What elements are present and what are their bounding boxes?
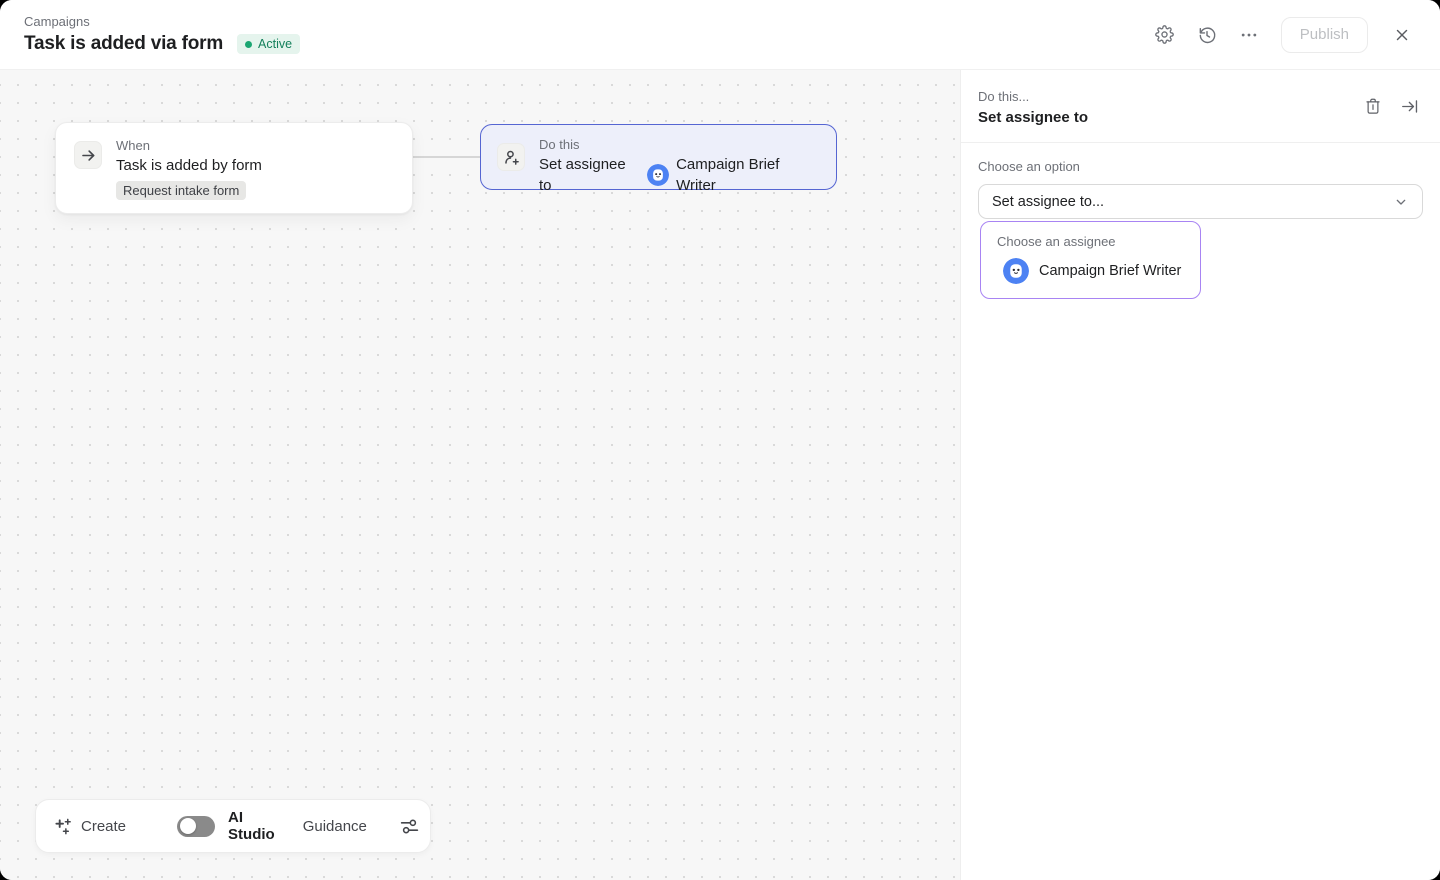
panel-header-icons [1359,92,1423,120]
assignee-label: Choose an assignee [997,234,1184,249]
status-badge-label: Active [258,38,292,51]
option-section: Choose an option Set assignee to... Choo… [961,143,1440,315]
trash-icon [1364,97,1382,115]
ai-studio-toggle[interactable] [177,816,215,837]
settings-button[interactable] [1149,19,1181,51]
publish-button[interactable]: Publish [1281,17,1368,53]
header-title-block: Campaigns Task is added via form Active [24,14,300,55]
title-row: Task is added via form Active [24,33,300,55]
option-label: Choose an option [978,159,1423,174]
arrow-right-icon [80,147,97,164]
canvas-toolbar: Create AI Studio Guidance [35,799,431,853]
create-button[interactable]: Create [54,817,126,836]
close-button[interactable] [1386,19,1418,51]
header-actions: Publish [1149,17,1418,53]
trigger-icon-box [74,141,102,169]
action-assignee-name: Campaign Brief Writer [676,154,820,196]
collapse-panel-icon [1400,97,1419,116]
action-kicker: Do this [539,136,820,153]
create-label: Create [81,818,126,835]
assignee-picker[interactable]: Choose an assignee Campaign Brief Writer [980,221,1201,299]
robot-avatar [647,164,669,186]
sparkles-icon [54,817,73,836]
guidance-button[interactable]: Guidance [303,818,367,835]
delete-action-button[interactable] [1359,92,1387,120]
header: Campaigns Task is added via form Active [0,0,1440,70]
action-icon-box [497,143,525,171]
more-options-button[interactable] [1233,19,1265,51]
sliders-button[interactable] [399,816,420,837]
panel-title-block: Do this... Set assignee to [978,88,1088,128]
action-node-body: Do this Set assignee to Campaign Brief W… [539,136,820,196]
action-select[interactable]: Set assignee to... [978,184,1423,219]
assignee-line: Campaign Brief Writer [1003,258,1184,284]
action-assignee-row: Set assignee to Campaign Brief Writer [539,154,820,196]
status-badge: Active [237,34,300,55]
panel-title: Set assignee to [978,107,1088,128]
trigger-node-card[interactable]: When Task is added by form Request intak… [55,122,413,214]
action-title: Set assignee to [539,154,640,196]
collapse-panel-button[interactable] [1395,92,1423,120]
node-connector-line [413,156,480,158]
ellipsis-icon [1239,25,1259,45]
status-dot-icon [245,41,252,48]
history-button[interactable] [1191,19,1223,51]
action-config-panel: Do this... Set assignee to [960,70,1440,880]
breadcrumb[interactable]: Campaigns [24,14,300,30]
ai-studio-label[interactable]: AI Studio [228,809,275,843]
automation-builder-window: Campaigns Task is added via form Active [0,0,1440,880]
main-area: When Task is added by form Request intak… [0,70,1440,880]
panel-kicker: Do this... [978,88,1088,105]
panel-header: Do this... Set assignee to [961,70,1440,143]
page-title: Task is added via form [24,33,223,55]
action-node-card[interactable]: Do this Set assignee to Campaign Brief W… [480,124,837,190]
close-icon [1393,26,1411,44]
gear-icon [1155,25,1174,44]
trigger-kicker: When [116,137,262,154]
robot-avatar [1003,258,1029,284]
trigger-title: Task is added by form [116,155,262,176]
person-add-icon [503,149,520,166]
toggle-knob [180,818,196,834]
trigger-form-tag[interactable]: Request intake form [116,181,246,200]
sliders-icon [399,816,420,837]
trigger-node-body: When Task is added by form Request intak… [116,137,262,200]
action-select-value: Set assignee to... [992,194,1104,210]
chevron-down-icon [1393,194,1409,210]
history-icon [1197,25,1217,45]
workflow-canvas[interactable]: When Task is added by form Request intak… [0,70,960,880]
assignee-name: Campaign Brief Writer [1039,263,1181,279]
